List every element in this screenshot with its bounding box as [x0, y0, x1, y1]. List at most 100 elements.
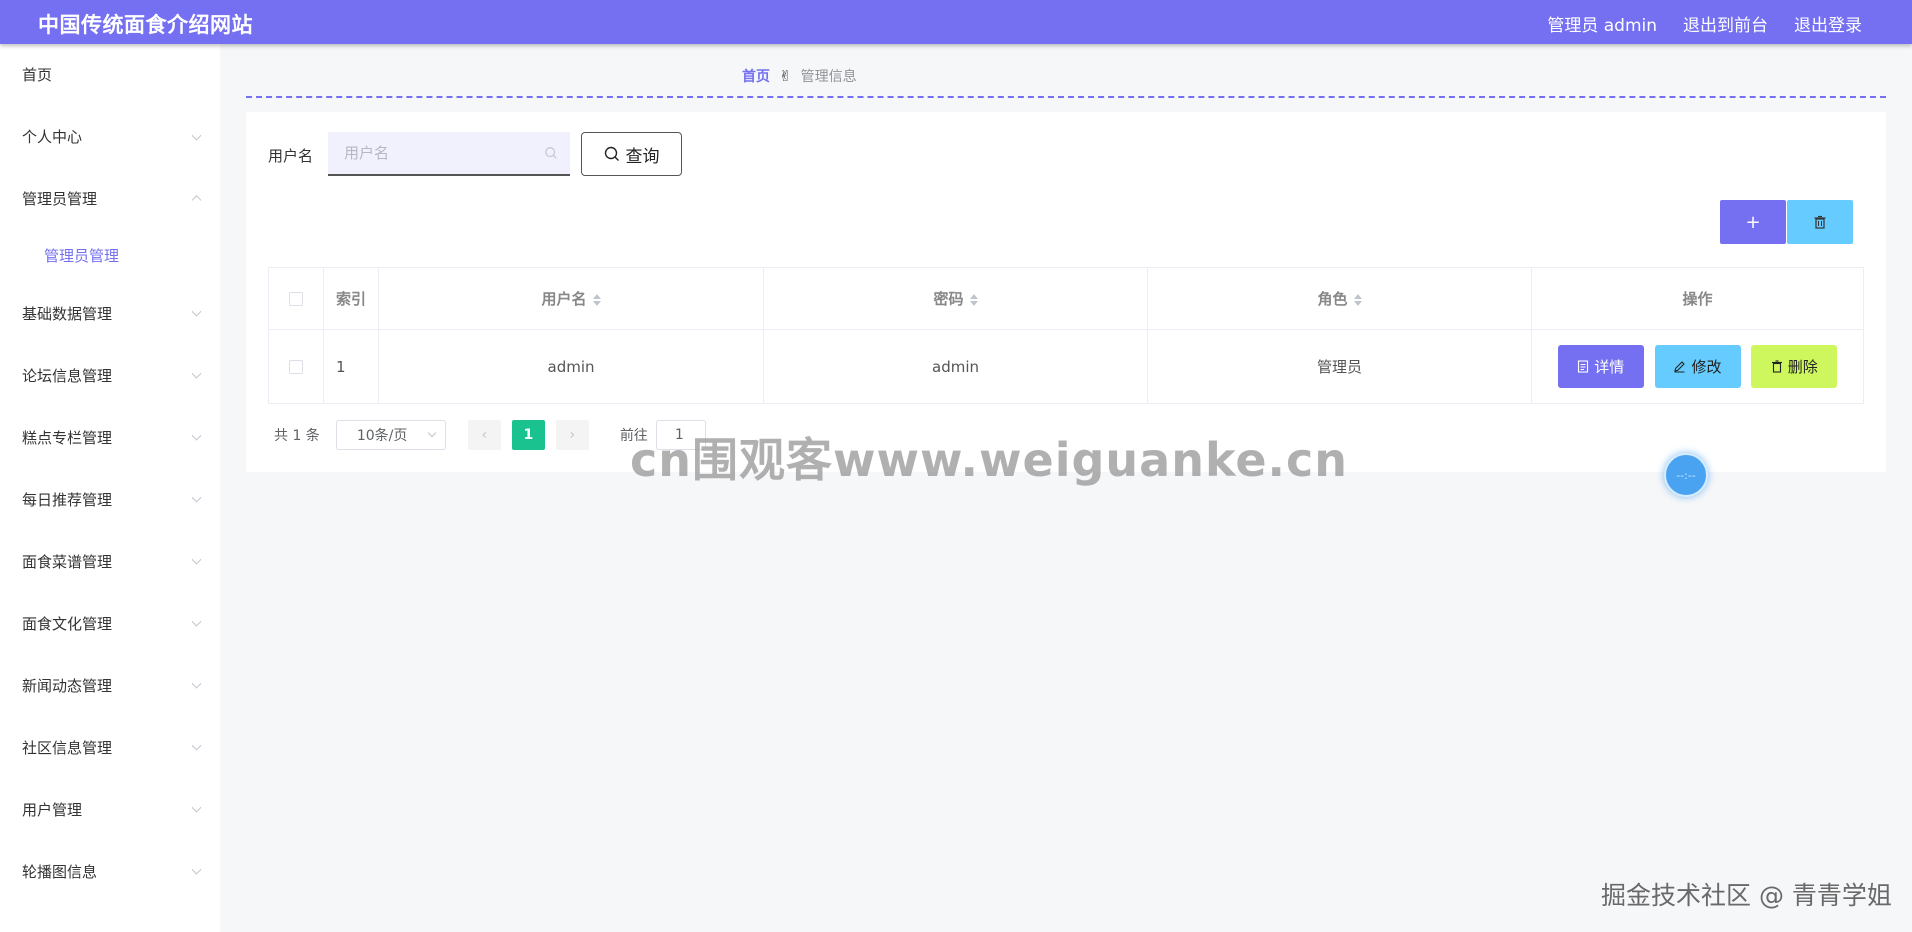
edit-button[interactable]: 修改 [1654, 345, 1741, 388]
back-to-front-link[interactable]: 退出到前台 [1683, 11, 1768, 36]
sort-icon[interactable] [1353, 293, 1362, 306]
sidebar-item-label: 管理员管理 [22, 189, 98, 208]
search-label: 用户名 [268, 147, 314, 165]
detail-button-label: 详情 [1594, 358, 1625, 376]
breadcrumb-home[interactable]: 首页 [742, 66, 770, 86]
prev-page-button[interactable]: ‹ [467, 420, 501, 450]
corner-watermark: 掘金技术社区 @ 青青学姐 [1601, 881, 1892, 910]
column-header-password[interactable]: 密码 [763, 267, 1148, 330]
chevron-down-icon [191, 554, 202, 565]
username-cell: admin [378, 329, 764, 404]
search-icon [545, 147, 557, 159]
row-select-cell [268, 329, 324, 404]
trash-icon [1771, 360, 1782, 373]
index-cell: 1 [323, 329, 379, 404]
sidebar-item-label: 社区信息管理 [22, 738, 113, 757]
next-page-button[interactable]: › [555, 420, 589, 450]
sort-icon[interactable] [969, 293, 978, 306]
header-actions: 管理员 admin 退出到前台 退出登录 [1547, 11, 1862, 36]
chevron-right-icon: › [569, 427, 576, 443]
page-size-value: 10条/页 [356, 428, 408, 444]
sidebar-item-label: 新闻动态管理 [22, 676, 113, 695]
pencil-icon [1674, 361, 1686, 373]
sidebar-subitem-admin-management[interactable]: 管理员管理 [0, 228, 220, 282]
column-header-actions: 操作 [1531, 267, 1864, 330]
sidebar-item-basic-data[interactable]: 基础数据管理 [0, 282, 220, 344]
main-panel: 用户名 查询 + 索引 用户名 密码 角色 [246, 112, 1886, 472]
row-checkbox[interactable] [289, 359, 303, 374]
column-header-username[interactable]: 用户名 [378, 267, 764, 330]
username-search-input[interactable] [328, 132, 570, 176]
hand-icon: ✌ [779, 67, 792, 85]
sidebar-item-community[interactable]: 社区信息管理 [0, 716, 220, 778]
sidebar-item-label: 面食菜谱管理 [22, 552, 113, 571]
page-size-select[interactable]: 10条/页 [335, 420, 446, 450]
breadcrumb-divider [246, 96, 1886, 98]
float-ball-label: --:-- [1676, 468, 1696, 482]
sidebar-item-label: 糕点专栏管理 [22, 428, 113, 447]
column-header-role[interactable]: 角色 [1147, 267, 1532, 330]
sidebar-item-label: 个人中心 [22, 128, 83, 146]
delete-button[interactable]: 删除 [1751, 345, 1838, 388]
chevron-down-icon [191, 306, 202, 317]
plus-icon: + [1745, 211, 1761, 233]
select-all-checkbox[interactable] [289, 291, 303, 306]
sidebar-item-carousel[interactable]: 轮播图信息 [0, 840, 220, 902]
chevron-down-icon [427, 428, 437, 438]
logout-link[interactable]: 退出登录 [1794, 11, 1862, 36]
chevron-down-icon [191, 802, 202, 813]
sidebar-item-forum[interactable]: 论坛信息管理 [0, 344, 220, 406]
column-header-label: 用户名 [541, 290, 587, 308]
column-header-label: 操作 [1682, 290, 1713, 308]
current-user[interactable]: 管理员 admin [1547, 11, 1657, 36]
password-cell: admin [763, 329, 1148, 404]
sort-icon[interactable] [592, 293, 601, 306]
top-bar: 中国传统面食介绍网站 管理员 admin 退出到前台 退出登录 [0, 0, 1912, 44]
trash-icon [1814, 215, 1826, 229]
admin-table: 索引 用户名 密码 角色 操作 1 admin admin 管理员 详情 修改 … [268, 267, 1864, 404]
document-icon [1578, 360, 1589, 373]
sidebar-item-daily-recommend[interactable]: 每日推荐管理 [0, 468, 220, 530]
sidebar-item-label: 论坛信息管理 [22, 366, 113, 385]
query-button-label: 查询 [625, 146, 660, 167]
chevron-left-icon: ‹ [481, 427, 488, 443]
sidebar-item-home[interactable]: 首页 [0, 44, 220, 105]
column-header-label: 密码 [933, 290, 964, 308]
breadcrumb: 首页 ✌ 管理信息 [742, 66, 857, 86]
detail-button[interactable]: 详情 [1557, 345, 1644, 388]
sidebar: 首页 个人中心 管理员管理 管理员管理 基础数据管理 论坛信息管理 糕点专栏管理… [0, 44, 220, 932]
sidebar-item-pastry[interactable]: 糕点专栏管理 [0, 406, 220, 468]
sidebar-item-label: 基础数据管理 [22, 304, 113, 323]
sidebar-subitem-label: 管理员管理 [44, 246, 120, 265]
sidebar-item-personal-center[interactable]: 个人中心 [0, 105, 220, 168]
delete-button-label: 删除 [1787, 358, 1818, 376]
chevron-down-icon [191, 864, 202, 875]
chevron-up-icon [191, 195, 202, 206]
sidebar-item-admin-management[interactable]: 管理员管理 [0, 168, 220, 228]
sidebar-item-label: 面食文化管理 [22, 614, 113, 633]
watermark-text: cn围观客www.weiguanke.cn [630, 433, 1349, 487]
chevron-down-icon [191, 130, 202, 141]
sidebar-item-label: 每日推荐管理 [22, 490, 113, 509]
role-cell: 管理员 [1147, 329, 1532, 404]
column-header-label: 角色 [1317, 290, 1348, 308]
sidebar-item-label: 用户管理 [22, 800, 83, 819]
site-title: 中国传统面食介绍网站 [38, 13, 253, 37]
add-button[interactable]: + [1720, 200, 1786, 244]
breadcrumb-current: 管理信息 [800, 69, 857, 85]
table-row: 1 admin admin 管理员 详情 修改 删除 [268, 329, 1864, 404]
query-button[interactable]: 查询 [581, 132, 682, 176]
sidebar-item-label: 轮播图信息 [22, 862, 98, 881]
chevron-down-icon [191, 740, 202, 751]
chevron-down-icon [191, 678, 202, 689]
sidebar-item-users[interactable]: 用户管理 [0, 778, 220, 840]
page-number-current[interactable]: 1 [511, 420, 545, 450]
edit-button-label: 修改 [1691, 358, 1722, 376]
sidebar-item-recipes[interactable]: 面食菜谱管理 [0, 530, 220, 592]
floating-music-button[interactable]: --:-- [1664, 453, 1708, 497]
sidebar-item-news[interactable]: 新闻动态管理 [0, 654, 220, 716]
pagination-total: 共 1 条 [274, 428, 320, 444]
sidebar-item-culture[interactable]: 面食文化管理 [0, 592, 220, 654]
column-header-label: 索引 [335, 290, 366, 308]
batch-delete-button[interactable] [1787, 200, 1853, 244]
